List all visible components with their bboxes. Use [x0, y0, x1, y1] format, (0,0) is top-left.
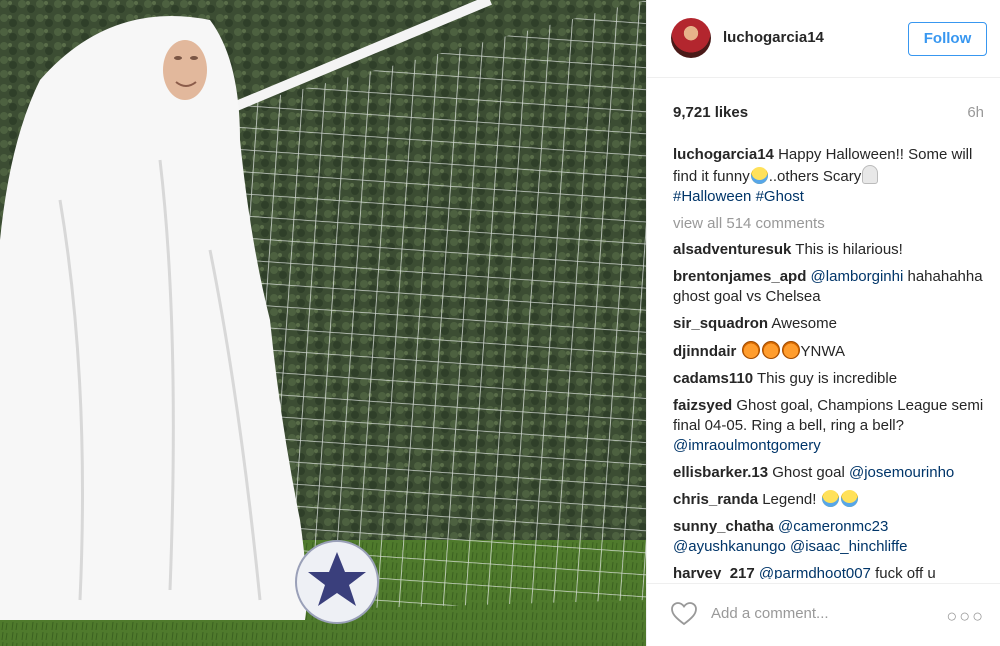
comment-item: ellisbarker.13 Ghost goal @josemourinho [673, 463, 989, 483]
comment-item: djinndair YNWA [673, 341, 989, 362]
avatar[interactable] [671, 18, 711, 58]
comment-username[interactable]: ellisbarker.13 [673, 464, 768, 481]
comment-username[interactable]: sir_squadron [673, 315, 768, 332]
comment-item: brentonjames_apd @lamborginhi hahahahha … [673, 267, 989, 307]
hashtag-halloween[interactable]: #Halloween [673, 188, 751, 205]
photo-illustration [0, 0, 646, 646]
view-all-comments-link[interactable]: view all 514 comments [673, 214, 989, 234]
comment-text: fuck off u [875, 565, 936, 579]
comment-text: Ghost goal [772, 464, 845, 481]
username-link[interactable]: luchogarcia14 [723, 29, 824, 46]
comment-item: cadams110 This guy is incredible [673, 369, 989, 389]
pumpkin-emoji-icon [781, 341, 800, 359]
comment-item: chris_randa Legend! [673, 490, 989, 510]
comment-text: This guy is incredible [756, 370, 898, 387]
hashtag-ghost[interactable]: #Ghost [756, 188, 804, 205]
comment-username[interactable]: harvey_217 [673, 565, 755, 579]
add-comment-input[interactable]: Add a comment... [711, 605, 829, 622]
comment-text: This is hilarious! [795, 241, 903, 258]
post-sidebar: luchogarcia14 Follow 9,721 likes 6h luch… [646, 0, 1000, 646]
comment-mention[interactable]: @lamborginhi [811, 268, 904, 285]
comment-item: alsadventuresuk This is hilarious! [673, 240, 989, 260]
laughing-emoji-icon [840, 490, 858, 507]
comment-footer: Add a comment... ○○○ [647, 583, 1000, 646]
comment-item: harvey_217 @parmdhoot007 fuck off u [673, 564, 989, 579]
comment-username[interactable]: alsadventuresuk [673, 241, 791, 258]
comment-mention[interactable]: @isaac_hinchliffe [790, 538, 908, 555]
comment-mention[interactable]: @ayushkanungo [673, 538, 786, 555]
post-photo[interactable] [0, 0, 646, 646]
laughing-emoji-icon [750, 167, 768, 184]
caption-text-2: ..others Scary [768, 168, 862, 185]
likes-count[interactable]: 9,721 likes [673, 104, 748, 121]
comment-text: YNWA [800, 343, 845, 360]
pumpkin-emoji-icon [761, 341, 780, 359]
comment-mention[interactable]: @josemourinho [849, 464, 954, 481]
comment-username[interactable]: brentonjames_apd [673, 268, 806, 285]
comment-item: sir_squadron Awesome [673, 314, 989, 334]
comments-list[interactable]: luchogarcia14 Happy Halloween!! Some wil… [673, 145, 989, 579]
comment-text: Awesome [771, 315, 837, 332]
comment-username[interactable]: faizsyed [673, 397, 732, 414]
caption-username[interactable]: luchogarcia14 [673, 146, 774, 163]
more-options-icon[interactable]: ○○○ [946, 606, 985, 627]
post-time[interactable]: 6h [967, 104, 984, 121]
ghost-emoji-icon [862, 165, 879, 184]
comment-text: Legend! [762, 491, 817, 508]
caption: luchogarcia14 Happy Halloween!! Some wil… [673, 145, 989, 207]
comment-username[interactable]: chris_randa [673, 491, 758, 508]
comment-mention[interactable]: @parmdhoot007 [759, 565, 871, 579]
instagram-post: luchogarcia14 Follow 9,721 likes 6h luch… [0, 0, 1000, 646]
comment-item: faizsyed Ghost goal, Champions League se… [673, 396, 989, 456]
laughing-emoji-icon [821, 490, 839, 507]
follow-button[interactable]: Follow [908, 22, 987, 56]
comment-username[interactable]: cadams110 [673, 370, 753, 387]
pumpkin-emoji-icon [741, 341, 760, 359]
comment-username[interactable]: sunny_chatha [673, 518, 774, 535]
comment-mention[interactable]: @imraoulmontgomery [673, 437, 821, 454]
comment-username[interactable]: djinndair [673, 343, 736, 360]
heart-like-icon[interactable] [671, 602, 697, 626]
post-header: luchogarcia14 Follow [647, 0, 1000, 78]
comment-item: sunny_chatha @cameronmc23 @ayushkanungo … [673, 517, 989, 557]
comment-mention[interactable]: @cameronmc23 [778, 518, 888, 535]
